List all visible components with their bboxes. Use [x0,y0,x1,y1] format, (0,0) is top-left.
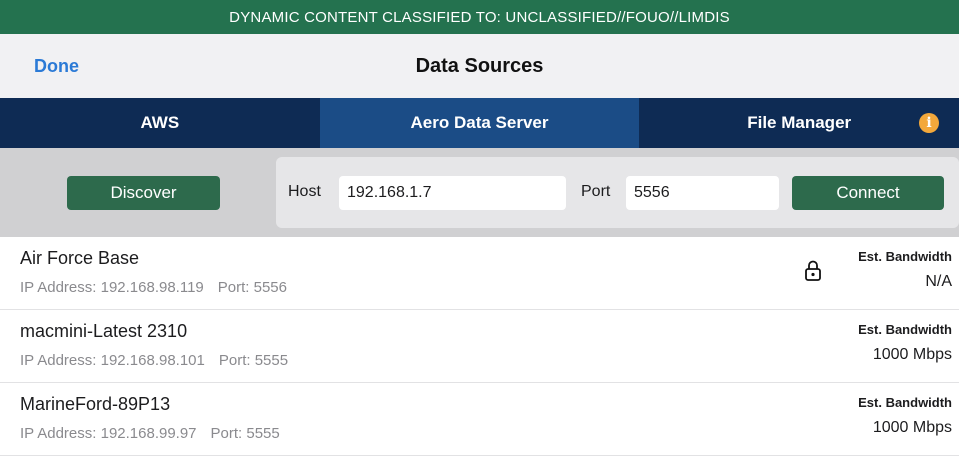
discover-button[interactable]: Discover [67,176,220,210]
server-port: Port: 5556 [217,279,287,296]
bandwidth-value: 1000 Mbps [872,419,952,436]
classification-text: DYNAMIC CONTENT CLASSIFIED TO: UNCLASSIF… [229,8,730,26]
lock-icon [805,260,821,281]
server-address: IP Address: 192.168.99.97 Port: 5555 [20,425,280,442]
bandwidth-label: Est. Bandwidth [858,322,952,337]
manual-connect-panel: Host Port Connect [276,157,959,228]
server-row-macmini[interactable]: macmini-Latest 2310 IP Address: 192.168.… [0,310,959,383]
server-ip: IP Address: 192.168.98.119 [20,279,204,296]
server-name: macmini-Latest 2310 [20,321,188,341]
server-list: Air Force Base IP Address: 192.168.98.11… [0,237,959,456]
tab-label: AWS [140,113,180,132]
info-icon[interactable]: i [919,113,940,133]
bandwidth-value: 1000 Mbps [872,346,952,363]
bandwidth-label: Est. Bandwidth [858,249,952,264]
tab-aws[interactable]: AWS [0,98,320,148]
connect-button[interactable]: Connect [792,176,944,210]
tab-file-manager[interactable]: File Manager i [639,98,959,148]
navigation-bar: Done Data Sources [0,34,959,98]
server-ip: IP Address: 192.168.99.97 [20,425,197,442]
server-name: MarineFord-89P13 [20,394,171,414]
connection-controls: Discover Host Port Connect [0,148,959,237]
server-name: Air Force Base [20,248,140,268]
source-tabs: AWS Aero Data Server File Manager i [0,98,959,148]
port-input[interactable] [626,176,779,210]
server-address: IP Address: 192.168.98.101 Port: 5555 [20,352,288,369]
bandwidth-value: N/A [925,273,952,290]
server-ip: IP Address: 192.168.98.101 [20,352,205,369]
server-address: IP Address: 192.168.98.119 Port: 5556 [20,279,287,296]
host-input[interactable] [339,176,566,210]
tab-label: Aero Data Server [410,113,549,132]
tab-aero-data-server[interactable]: Aero Data Server [319,98,640,148]
host-label: Host [288,183,321,200]
tab-label: File Manager [747,113,852,132]
bandwidth-label: Est. Bandwidth [858,395,952,410]
server-port: Port: 5555 [218,352,289,369]
port-label: Port [581,183,611,200]
done-button[interactable]: Done [34,56,79,77]
classification-banner: DYNAMIC CONTENT CLASSIFIED TO: UNCLASSIF… [0,0,959,34]
server-row-marineford[interactable]: MarineFord-89P13 IP Address: 192.168.99.… [0,383,959,456]
server-row-air-force-base[interactable]: Air Force Base IP Address: 192.168.98.11… [0,237,959,310]
server-port: Port: 5555 [210,425,280,442]
page-title: Data Sources [415,54,544,77]
